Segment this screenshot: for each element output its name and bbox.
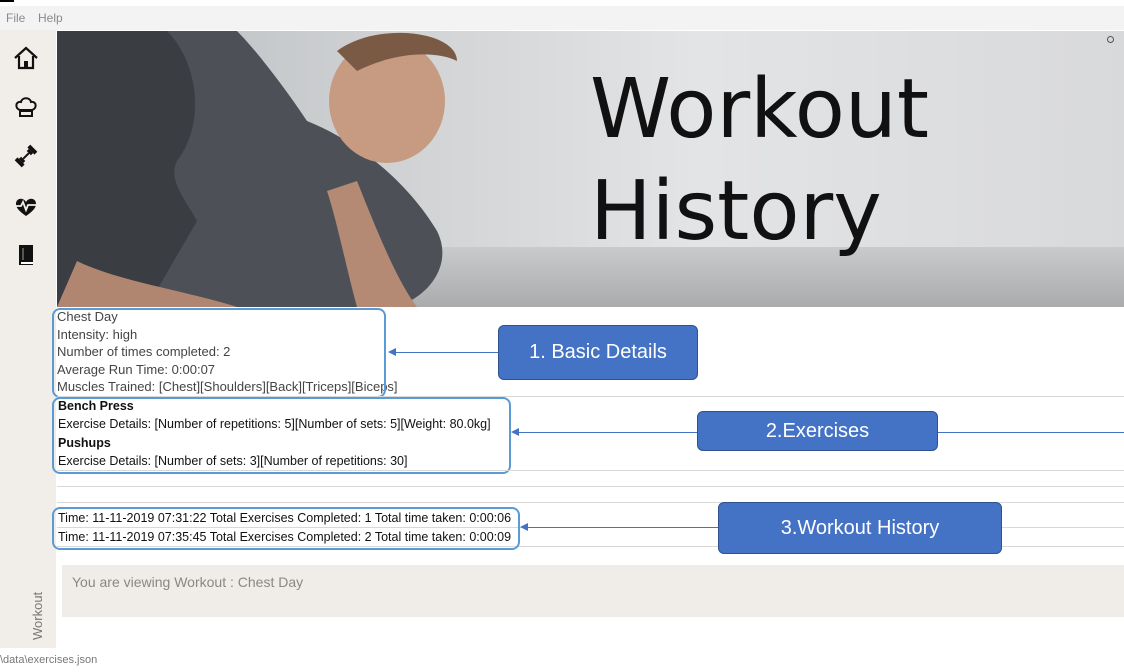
book-icon[interactable] bbox=[12, 241, 40, 269]
menu-file[interactable]: File bbox=[6, 11, 25, 25]
callout-box-basic-details bbox=[52, 308, 386, 398]
sidebar-label-workout: Workout bbox=[30, 591, 45, 640]
banner-image: Workout History bbox=[57, 31, 1124, 307]
callout-box-exercises bbox=[52, 397, 511, 474]
banner-title-line2: History bbox=[590, 164, 882, 259]
callout-arrowhead-basic bbox=[388, 348, 396, 356]
home-icon[interactable] bbox=[12, 44, 40, 72]
chef-hat-icon[interactable] bbox=[12, 93, 40, 121]
window-edge bbox=[0, 0, 14, 2]
sidebar bbox=[0, 30, 56, 648]
status-bar-file-path: \data\exercises.json bbox=[0, 654, 98, 666]
callout-workout-history: 3.Workout History bbox=[718, 502, 1002, 554]
callout-basic-details: 1. Basic Details bbox=[498, 325, 698, 380]
athlete-figure bbox=[57, 31, 457, 307]
result-text: You are viewing Workout : Chest Day bbox=[72, 574, 304, 590]
callout-arrow-history bbox=[527, 527, 719, 528]
menu-help[interactable]: Help bbox=[38, 11, 63, 25]
banner-title: Workout History bbox=[590, 59, 929, 263]
callout-exercises: 2.Exercises bbox=[697, 411, 938, 451]
result-display: You are viewing Workout : Chest Day bbox=[62, 565, 1124, 617]
divider bbox=[57, 470, 1124, 471]
callout-arrow-basic bbox=[395, 352, 499, 353]
dumbbell-icon[interactable] bbox=[12, 142, 40, 170]
divider bbox=[57, 486, 1124, 487]
callout-arrowhead-history bbox=[520, 523, 528, 531]
banner-title-line1: Workout bbox=[590, 62, 930, 157]
menu-bar: File Help bbox=[0, 6, 1124, 30]
callout-box-history bbox=[52, 507, 520, 550]
banner-indicator bbox=[1107, 36, 1114, 43]
heartbeat-icon[interactable] bbox=[12, 192, 40, 220]
callout-arrowhead-exercises bbox=[511, 428, 519, 436]
